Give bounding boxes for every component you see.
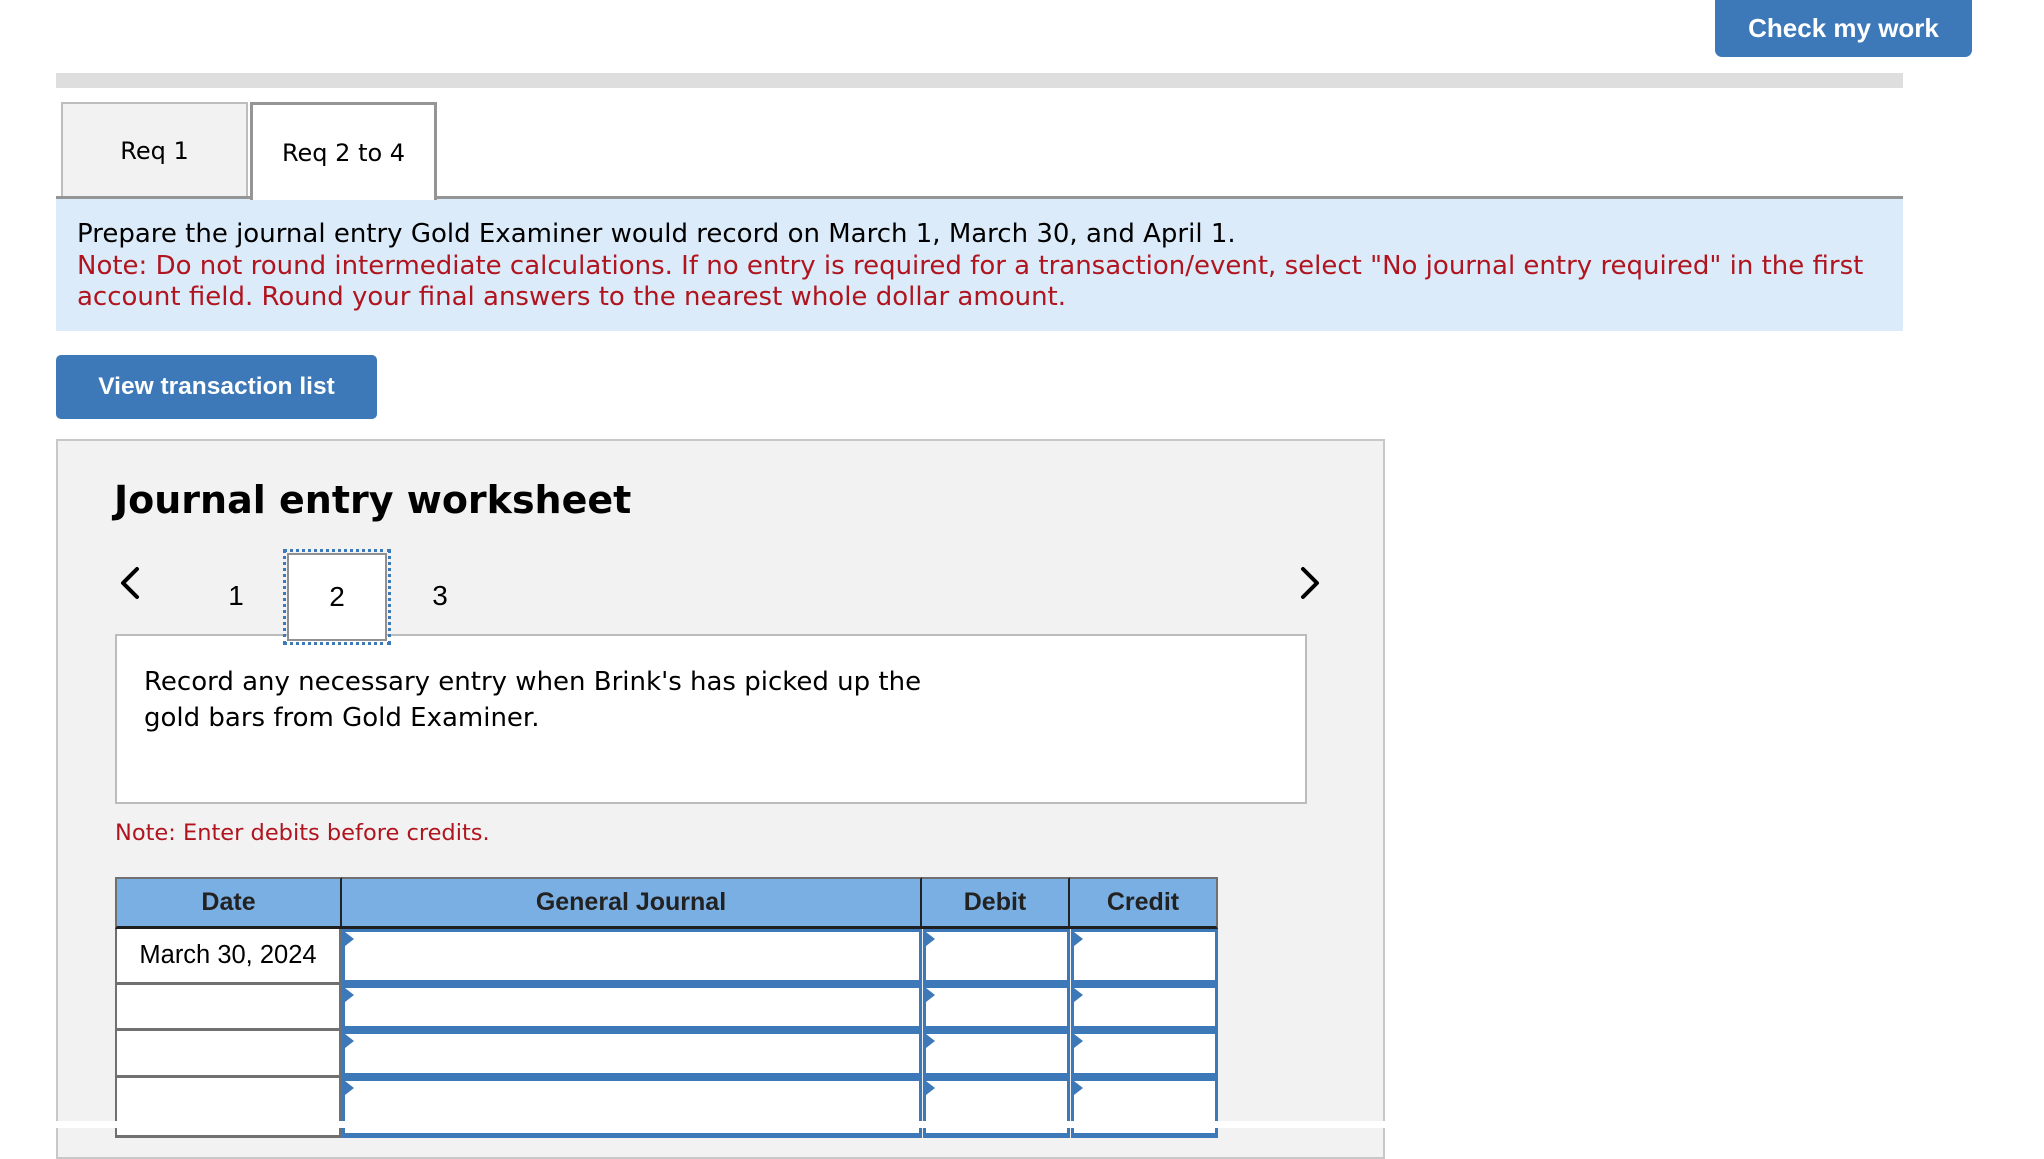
account-input[interactable] [342, 1031, 922, 1078]
instructions-prompt: Prepare the journal entry Gold Examiner … [77, 219, 1236, 249]
date-cell [115, 1031, 342, 1078]
view-transaction-list-button[interactable]: View transaction list [56, 355, 377, 419]
debit-input[interactable] [923, 929, 1070, 985]
debit-input[interactable] [923, 1031, 1070, 1078]
dropdown-marker-icon [345, 988, 354, 1002]
table-row [115, 1031, 1218, 1078]
date-cell [115, 985, 342, 1031]
tab-req-1[interactable]: Req 1 [61, 102, 248, 198]
dropdown-marker-icon [345, 932, 354, 946]
dropdown-marker-icon [1074, 1081, 1083, 1095]
column-header-credit: Credit [1070, 877, 1218, 929]
column-header-debit: Debit [922, 877, 1070, 929]
column-header-date: Date [115, 877, 342, 929]
entry-description: Record any necessary entry when Brink's … [115, 634, 1307, 804]
pager-page-1[interactable]: 1 [186, 553, 286, 639]
debit-input[interactable] [923, 985, 1070, 1031]
dropdown-marker-icon [926, 988, 935, 1002]
account-input[interactable] [342, 1078, 922, 1138]
entry-description-text: Record any necessary entry when Brink's … [144, 667, 922, 733]
dropdown-marker-icon [926, 1081, 935, 1095]
dropdown-marker-icon [1074, 932, 1083, 946]
tab-req-2-to-4[interactable]: Req 2 to 4 [250, 102, 437, 200]
credit-input[interactable] [1071, 1031, 1218, 1078]
debit-input[interactable] [923, 1078, 1070, 1138]
progress-bar [56, 73, 1903, 88]
date-cell [115, 1078, 342, 1138]
tab-label: Req 1 [120, 137, 189, 165]
check-my-work-button[interactable]: Check my work [1715, 0, 1972, 57]
chevron-right-icon[interactable] [1298, 565, 1322, 601]
chevron-left-icon[interactable] [118, 565, 142, 601]
column-header-general-journal: General Journal [342, 877, 922, 929]
pager-page-2-active[interactable]: 2 [283, 549, 391, 645]
date-cell: March 30, 2024 [115, 929, 342, 985]
instructions-note: Note: Do not round intermediate calculat… [77, 250, 1864, 313]
dropdown-marker-icon [1074, 1034, 1083, 1048]
table-row [115, 1078, 1218, 1138]
table-row: March 30, 2024 [115, 929, 1218, 985]
dropdown-marker-icon [345, 1034, 354, 1048]
dropdown-marker-icon [1074, 988, 1083, 1002]
instructions-panel: Prepare the journal entry Gold Examiner … [56, 199, 1903, 331]
worksheet-title: Journal entry worksheet [114, 478, 632, 522]
debits-note: Note: Enter debits before credits. [115, 820, 490, 846]
tab-label: Req 2 to 4 [281, 138, 406, 167]
credit-input[interactable] [1071, 985, 1218, 1031]
account-input[interactable] [342, 929, 922, 985]
account-input[interactable] [342, 985, 922, 1031]
pager-page-3[interactable]: 3 [390, 553, 490, 639]
dropdown-marker-icon [926, 932, 935, 946]
dropdown-marker-icon [345, 1081, 354, 1095]
table-row [115, 985, 1218, 1031]
credit-input[interactable] [1071, 929, 1218, 985]
page-bottom-edge [0, 1121, 2044, 1128]
dropdown-marker-icon [926, 1034, 935, 1048]
credit-input[interactable] [1071, 1078, 1218, 1138]
